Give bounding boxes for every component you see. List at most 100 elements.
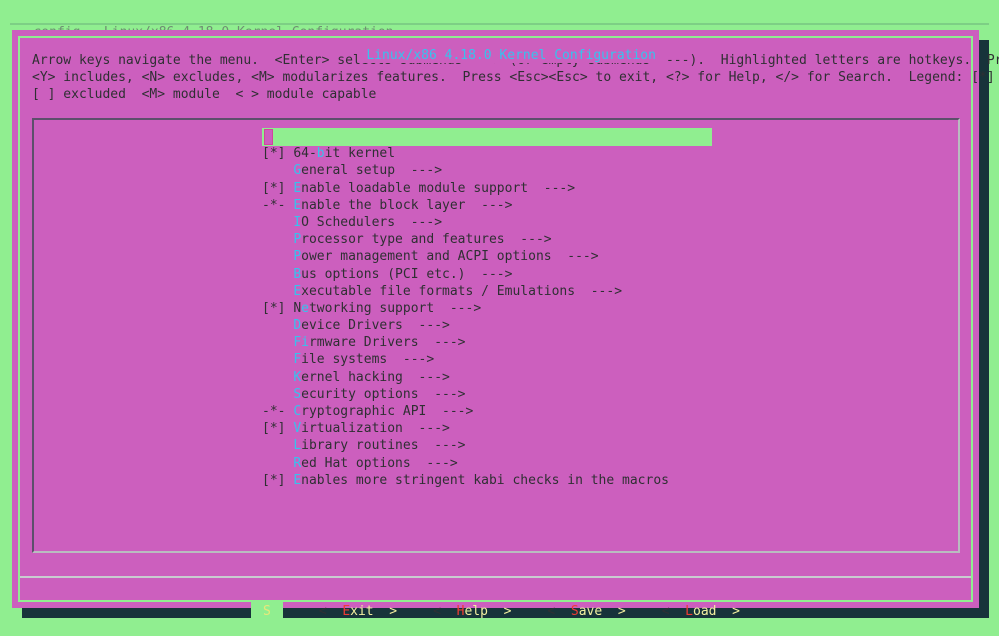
menu-item-label: eneral setup ---> [301,163,443,179]
menu-item[interactable]: -*- Enable the block layer ---> [262,197,669,214]
menu-item-label: rocessor type and features ---> [301,232,552,248]
menu-item-marker [262,232,293,247]
menu-item-hotkey: C [293,404,302,419]
button-bracket-left: < [661,604,686,619]
button-hotkey: E [342,604,351,619]
menu-item[interactable]: General setup ---> [262,162,669,179]
button-hotkey: L [685,604,693,619]
menu-item-hotkey: E [293,472,302,488]
menu-item-marker [262,387,293,402]
menu-item[interactable]: [*] 64-bit kernel [262,145,669,162]
menu-item-label: ibrary routines ---> [301,438,466,454]
button-bracket-left: < [547,604,571,619]
button-bracket-left: < [318,604,343,619]
menu-item-label: it kernel [324,146,396,162]
menu-item-hotkey: Fi [293,335,309,351]
menu-item-label: tworking support ---> [308,300,482,316]
menu-item-label: ed Hat options ---> [301,455,458,471]
menu-item-hotkey: b [316,146,325,162]
menu-item-hotkey: L [293,438,302,454]
menu-item-hotkey: G [293,163,302,179]
menu-item-label: ecurity options ---> [301,386,466,402]
menu-item-hotkey: E [293,283,302,299]
menu-item[interactable]: Red Hat options ---> [262,455,669,472]
menu-item[interactable]: Power management and ACPI options ---> [262,248,669,265]
menu-item-hotkey: e [301,300,309,316]
menu-item[interactable]: [*] Virtualization ---> [262,420,669,437]
menu-item-hotkey: F [293,352,302,368]
menu-item-label: us options (PCI etc.) ---> [301,266,513,282]
menu-item-label: rmware Drivers ---> [308,335,466,351]
menu-item-marker [262,370,293,385]
menu-item-marker: [*] [262,300,294,316]
help-line: [ ] excluded <M> module < > module capab… [32,87,377,103]
menu-item-hotkey: B [293,266,302,282]
menu-item-label: ernel hacking ---> [301,369,450,385]
menu-item-label: irtualization ---> [301,421,450,437]
help-button[interactable]: < Help > [433,602,511,622]
menu-item-label: ryptographic API ---> [301,404,474,419]
menu-item[interactable]: Library routines ---> [262,437,669,454]
menu-item-hotkey: E [293,197,302,213]
button-label: ave > [578,604,626,619]
menu-item[interactable]: -*- Cryptographic API ---> [262,403,669,420]
menu-item-label: evice Drivers ---> [301,318,450,334]
select-button[interactable]: S [251,602,283,622]
menu-item[interactable]: Firmware Drivers ---> [262,334,669,351]
menu-item-marker [262,163,293,178]
menu-item-hotkey: I [293,214,302,230]
menu-item[interactable]: File systems ---> [262,351,669,368]
load-button[interactable]: < Load > [662,602,740,622]
terminal-title-bar: .config - Linux/x86 4.18.0 Kernel Config… [0,0,999,40]
menu-item-hotkey: P [293,249,302,265]
menu-item[interactable]: Device Drivers ---> [262,317,669,334]
menu-item[interactable]: [*] Enable loadable module support ---> [262,180,669,197]
kernel-config-dialog: Linux/x86 4.18.0 Kernel Configuration Ar… [12,30,999,622]
menu-item-hotkey: R [293,455,302,471]
button-separator [20,576,971,578]
menu-item-label: ower management and ACPI options ---> [301,249,599,265]
menu-item-marker [262,318,293,333]
menu-item-hotkey: K [293,369,302,385]
menu-item[interactable]: IO Schedulers ---> [262,214,669,231]
menu-item-label: xecutable file formats / Emulations ---> [301,283,623,299]
button-bracket-left: < [433,604,457,619]
button-label: xit > [350,604,398,619]
menu-item-hotkey: E [293,180,302,196]
menu-item-hotkey: S [293,386,302,402]
menu-item[interactable]: Executable file formats / Emulations ---… [262,283,669,300]
button-hotkey: S [570,604,579,619]
dialog-title: Linux/x86 4.18.0 Kernel Configuration [12,35,979,77]
menu-item-marker [262,249,293,264]
button-hotkey: S [263,604,271,619]
button-label: elp > [464,604,512,619]
menu-item-marker: -*- [262,197,294,213]
menu-item-marker: [*] [262,180,294,196]
button-label: oad > [693,604,740,619]
menu-item-label: O Schedulers ---> [301,214,443,230]
menu-item-hotkey: D [293,318,302,334]
exit-button[interactable]: < Exit > [319,602,397,622]
menu-item[interactable]: Kernel hacking ---> [262,369,669,386]
save-button[interactable]: < Save > [547,602,625,622]
menu-item-label: nable the block layer ---> [301,197,513,213]
menu-item-label-pre: N [293,300,302,316]
menu-item-hotkey: P [293,232,302,248]
menu-item-marker: [*] [262,472,294,488]
menu-item-marker: [*] [262,146,294,162]
menu-item-marker [262,284,293,299]
button-bar: S < Exit > < Help > < Save > < Load > [12,602,979,622]
menu-item-label: nable loadable module support ---> [301,180,576,196]
menu-item[interactable]: Bus options (PCI etc.) ---> [262,266,669,283]
menu-item-marker: [*] [262,421,294,437]
menu-item-hotkey: V [293,421,302,437]
menu-item-selected[interactable] [262,128,669,145]
menu-item[interactable]: [*] Enables more stringent kabi checks i… [262,472,669,489]
menu-item[interactable]: Security options ---> [262,386,669,403]
menu-item[interactable]: Processor type and features ---> [262,231,669,248]
menu-item-label-pre: 64- [293,146,317,162]
menu-item-marker [262,352,293,367]
menu-item-marker [262,438,293,453]
menu-item[interactable]: [*] Networking support ---> [262,300,669,317]
menu-item-marker: -*- [262,404,294,419]
